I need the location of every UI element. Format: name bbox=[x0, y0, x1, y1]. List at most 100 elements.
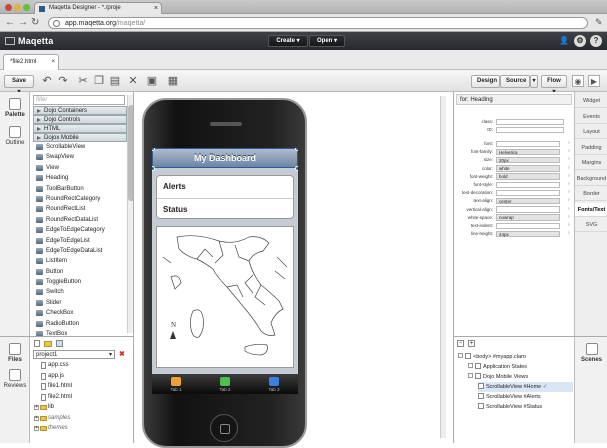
canvas-scrollbar[interactable] bbox=[440, 96, 446, 438]
selection-handle[interactable] bbox=[152, 166, 155, 171]
scene-tree-item[interactable]: Dojo Mobile Views bbox=[468, 372, 528, 382]
category-tab[interactable]: Margins bbox=[575, 156, 607, 170]
property-value-input[interactable]: nowrap bbox=[496, 214, 560, 221]
outline-toggle-icon[interactable]: ▣ bbox=[145, 74, 159, 88]
property-value-input[interactable] bbox=[496, 206, 560, 213]
scene-tree-item[interactable]: <body> #myapp.claro bbox=[458, 352, 526, 362]
file-tree-item[interactable]: file2.html bbox=[34, 393, 72, 402]
chevron-right-icon[interactable]: › bbox=[568, 165, 570, 173]
chevron-right-icon[interactable]: › bbox=[568, 189, 570, 197]
chevron-right-icon[interactable]: › bbox=[568, 156, 570, 164]
copy-icon[interactable]: ❐ bbox=[92, 74, 106, 88]
palette-category[interactable]: HTML bbox=[33, 124, 127, 133]
phone-list-item[interactable]: Status bbox=[157, 198, 293, 220]
property-value-input[interactable]: white bbox=[496, 165, 560, 172]
palette-item[interactable]: ToolBarButton bbox=[33, 184, 127, 194]
file-tree-item[interactable]: + themes bbox=[34, 424, 68, 433]
design-view-button[interactable]: Design bbox=[471, 75, 500, 88]
table-icon[interactable]: ▦ bbox=[166, 74, 180, 88]
expand-icon[interactable]: + bbox=[34, 415, 39, 421]
phone-heading[interactable]: My Dashboard bbox=[152, 148, 298, 168]
reload-icon[interactable]: ↻ bbox=[31, 17, 39, 29]
back-arrow-icon[interactable]: ← bbox=[5, 17, 15, 29]
chevron-right-icon[interactable]: › bbox=[568, 181, 570, 189]
create-menu-button[interactable]: Create ▾ bbox=[268, 35, 308, 47]
palette-item[interactable]: ListItem bbox=[33, 256, 127, 266]
palette-item[interactable]: RoundRectCategory bbox=[33, 194, 127, 204]
scene-tree-item[interactable]: ScrollableView #Alerts bbox=[478, 392, 541, 402]
cut-icon[interactable]: ✂ bbox=[76, 74, 90, 88]
maximize-window-icon[interactable] bbox=[23, 4, 30, 11]
palette-item[interactable]: RadioButton bbox=[33, 319, 127, 329]
save-button[interactable]: Save ▾ bbox=[4, 75, 34, 95]
class-input[interactable] bbox=[496, 118, 564, 125]
category-tab[interactable]: Padding bbox=[575, 141, 607, 155]
minimize-window-icon[interactable] bbox=[14, 4, 21, 11]
category-tab[interactable]: SVG bbox=[575, 218, 607, 232]
palette-category[interactable]: Dojo Containers bbox=[33, 106, 127, 115]
palette-item[interactable]: View bbox=[33, 163, 127, 173]
palette-item[interactable]: RoundRectList bbox=[33, 204, 127, 214]
delete-icon[interactable]: ✕ bbox=[126, 74, 140, 88]
property-value-input[interactable]: bold bbox=[496, 173, 560, 180]
outline-tab[interactable]: Outline bbox=[0, 126, 30, 146]
new-folder-icon[interactable] bbox=[44, 341, 52, 347]
property-value-input[interactable] bbox=[496, 181, 560, 188]
close-file-tab-icon[interactable]: × bbox=[51, 55, 55, 70]
collapse-icon[interactable] bbox=[458, 353, 463, 358]
url-input[interactable]: app.maqetta.org/maqetta/ bbox=[48, 17, 588, 29]
palette-tab[interactable]: Palette bbox=[0, 98, 30, 118]
wrench-icon[interactable]: ✎ bbox=[595, 17, 603, 28]
file-tree-item[interactable]: app.js bbox=[34, 372, 64, 381]
phone-tab-2[interactable]: Tab 2 bbox=[201, 374, 249, 394]
chevron-right-icon[interactable]: › bbox=[568, 230, 570, 238]
new-file-icon[interactable] bbox=[34, 340, 40, 347]
palette-item[interactable]: Heading bbox=[33, 173, 127, 183]
property-value-input[interactable]: 20px bbox=[496, 156, 560, 164]
category-tab[interactable]: Fonts/Text bbox=[575, 202, 607, 217]
chevron-right-icon[interactable]: › bbox=[568, 148, 570, 156]
chevron-right-icon[interactable]: › bbox=[568, 206, 570, 214]
preview-play-icon[interactable]: ▶ bbox=[588, 75, 600, 87]
scene-tree-item[interactable]: ScrollableView #Status bbox=[478, 402, 542, 412]
expand-icon[interactable]: + bbox=[34, 426, 39, 431]
property-value-input[interactable]: Helvetica bbox=[496, 148, 560, 156]
italy-map-image[interactable]: N bbox=[156, 226, 294, 368]
forward-arrow-icon[interactable]: → bbox=[18, 17, 28, 29]
file-tree-item[interactable]: app.css bbox=[34, 361, 69, 370]
palette-item[interactable]: EdgeToEdgeDataList bbox=[33, 246, 127, 256]
collapse-icon[interactable] bbox=[468, 363, 473, 368]
selection-handle[interactable] bbox=[295, 166, 298, 171]
collapse-icon[interactable] bbox=[468, 373, 473, 378]
chevron-right-icon[interactable]: › bbox=[568, 222, 570, 230]
palette-item[interactable]: Button bbox=[33, 267, 127, 277]
property-value-input[interactable]: center bbox=[496, 197, 560, 205]
category-tab[interactable]: Border bbox=[575, 187, 607, 201]
user-icon[interactable]: 👤 bbox=[558, 35, 570, 47]
design-canvas[interactable]: My Dashboard Alerts Status N Tab 1 Tab 2… bbox=[134, 92, 453, 448]
close-tab-icon[interactable]: × bbox=[154, 3, 158, 14]
property-value-input[interactable] bbox=[496, 140, 560, 147]
collapse-all-icon[interactable]: − bbox=[457, 340, 464, 347]
expand-icon[interactable]: + bbox=[34, 405, 39, 410]
palette-item[interactable]: ScrollableView bbox=[33, 142, 127, 152]
scenes-tab[interactable]: Scenes bbox=[575, 343, 607, 363]
chevron-right-icon[interactable]: › bbox=[568, 197, 570, 205]
close-window-icon[interactable] bbox=[5, 4, 12, 11]
palette-item[interactable]: EdgeToEdgeList bbox=[33, 236, 127, 246]
split-view-dropdown[interactable]: ▾ bbox=[530, 75, 538, 88]
source-view-button[interactable]: Source bbox=[500, 75, 530, 88]
reviews-tab[interactable]: Reviews bbox=[0, 369, 30, 389]
category-tab[interactable]: Events bbox=[575, 110, 607, 124]
redo-icon[interactable]: ↷ bbox=[56, 74, 70, 88]
theme-editor-icon[interactable]: ◉ bbox=[572, 75, 584, 87]
chevron-right-icon[interactable]: › bbox=[568, 140, 570, 148]
browser-tab[interactable]: Maqetta Designer - *./proje × bbox=[34, 2, 162, 14]
property-value-input[interactable]: 44px bbox=[496, 230, 560, 238]
category-tab[interactable]: Widget bbox=[575, 94, 607, 108]
phone-list-item[interactable]: Alerts bbox=[157, 176, 293, 198]
palette-item[interactable]: Switch bbox=[33, 287, 127, 297]
palette-category[interactable]: Dojo Controls bbox=[33, 115, 127, 124]
file-tree-item[interactable]: + samples bbox=[34, 414, 70, 423]
expand-all-icon[interactable]: + bbox=[468, 340, 475, 347]
